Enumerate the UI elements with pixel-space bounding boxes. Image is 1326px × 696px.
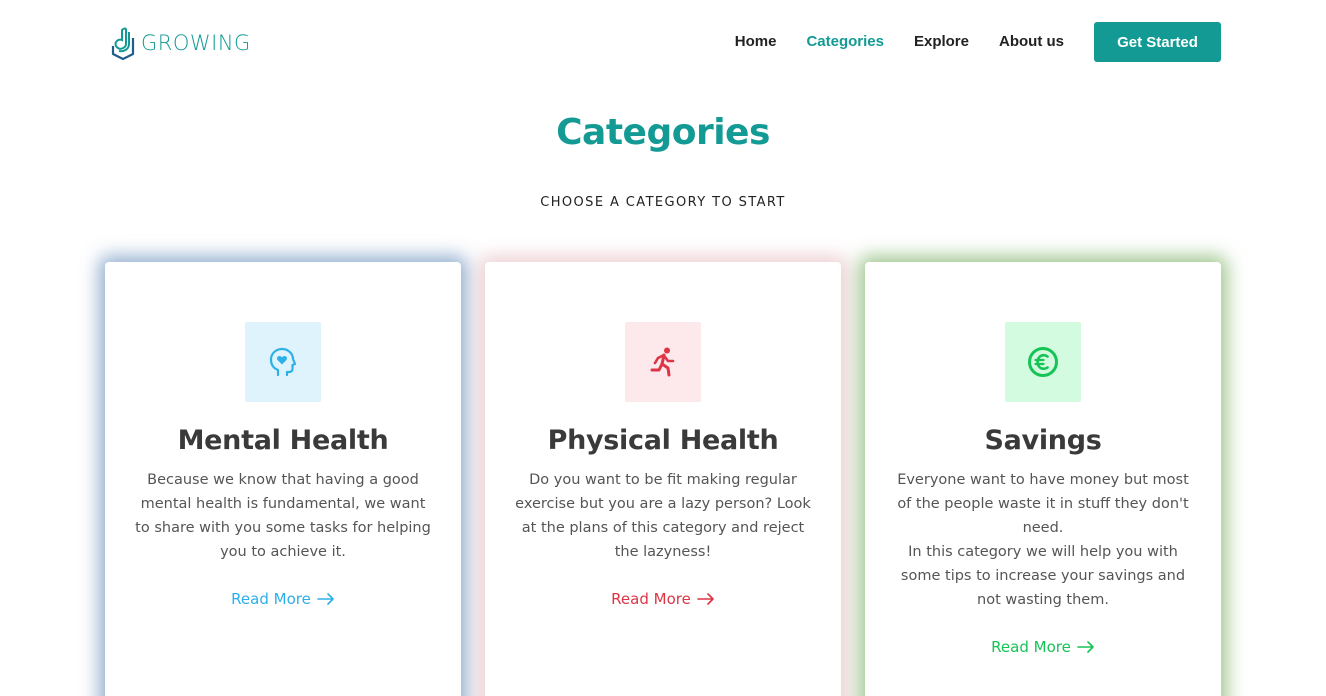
card-title: Mental Health <box>177 425 389 456</box>
card-icon-box <box>625 322 701 402</box>
growing-logo-icon <box>111 27 135 60</box>
read-more-label: Read More <box>991 638 1071 656</box>
main-nav: Home Categories Explore About us Get Sta… <box>705 22 1221 62</box>
brand-name: GROWING <box>141 30 251 55</box>
category-card-mental-health: Mental Health Because we know that havin… <box>105 262 461 696</box>
arrow-right-icon <box>317 593 334 605</box>
page-subtitle: CHOOSE A CATEGORY TO START <box>540 195 786 210</box>
card-description: Do you want to be fit making regular exe… <box>515 472 811 560</box>
nav-about-us[interactable]: About us <box>999 22 1064 62</box>
running-person-icon <box>650 347 675 377</box>
read-more-link[interactable]: Read More <box>485 590 841 608</box>
nav-home[interactable]: Home <box>735 22 777 62</box>
nav-categories[interactable]: Categories <box>806 22 884 62</box>
category-card-savings: Savings Everyone want to have money but … <box>865 262 1221 696</box>
read-more-label: Read More <box>231 590 311 608</box>
site-header: GROWING Home Categories Explore About us… <box>0 0 1326 84</box>
nav-explore[interactable]: Explore <box>914 22 969 62</box>
head-heart-icon <box>269 347 297 377</box>
get-started-button[interactable]: Get Started <box>1094 22 1221 62</box>
page-title: Categories <box>556 112 770 153</box>
card-title: Physical Health <box>547 425 779 456</box>
card-description: Everyone want to have money but most of … <box>897 472 1189 608</box>
card-title: Savings <box>984 425 1102 456</box>
arrow-right-icon <box>1077 641 1094 653</box>
card-icon-box <box>1005 322 1081 402</box>
read-more-link[interactable]: Read More <box>105 590 461 608</box>
brand-logo[interactable]: GROWING <box>110 26 251 60</box>
read-more-label: Read More <box>611 590 691 608</box>
category-card-physical-health: Physical Health Do you want to be fit ma… <box>485 262 841 696</box>
arrow-right-icon <box>697 593 714 605</box>
euro-coin-icon <box>1028 347 1058 377</box>
card-description: Because we know that having a good menta… <box>135 472 431 560</box>
card-icon-box <box>245 322 321 402</box>
read-more-link[interactable]: Read More <box>865 638 1221 656</box>
